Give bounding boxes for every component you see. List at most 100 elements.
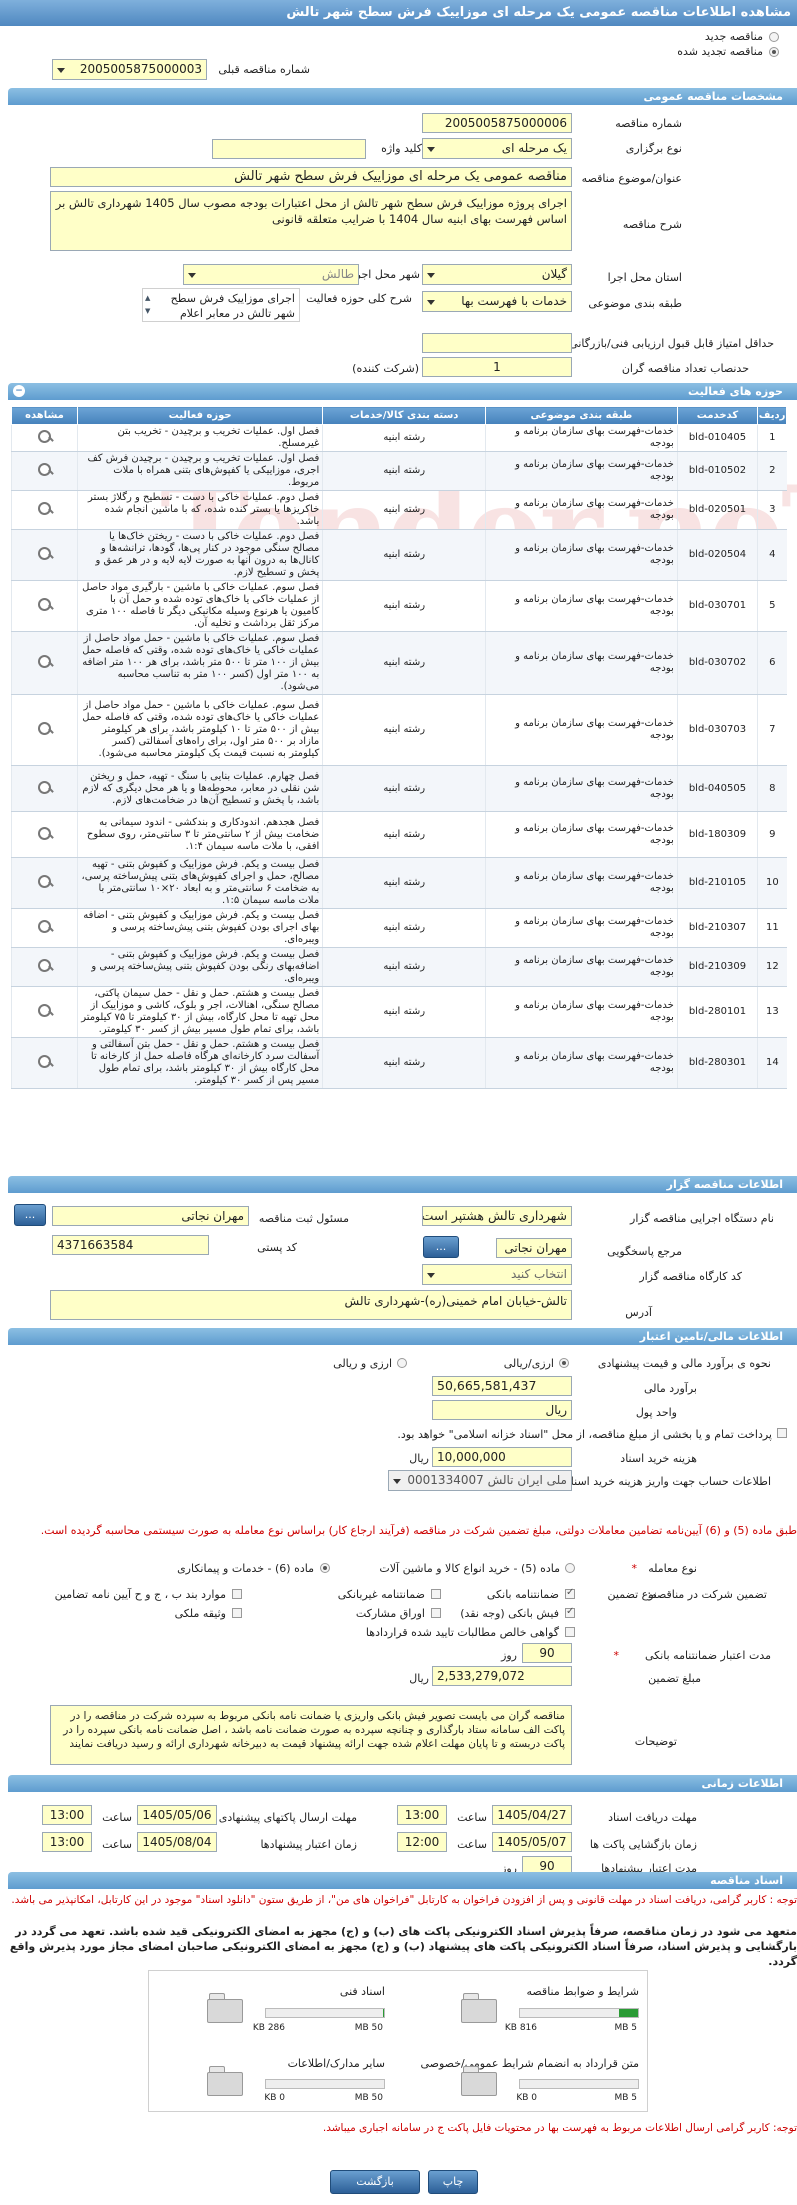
bank-guarantee-checkbox[interactable]: [565, 1587, 575, 1599]
row-number: 7: [757, 694, 787, 766]
file-1-fill: [619, 2009, 638, 2017]
service-code: bld-040505: [676, 765, 758, 812]
magnifier-icon[interactable]: [36, 873, 54, 889]
keyword-field[interactable]: [212, 139, 366, 159]
table-row: 5 bld-030701 خدمات-فهرست بهای سازمان برنام…: [11, 580, 787, 632]
guarantee-amount-field: 2,533,279,072: [432, 1666, 572, 1686]
workshop-select[interactable]: انتخاب کنید: [422, 1264, 572, 1285]
magnifier-icon[interactable]: [36, 918, 54, 934]
row-category: خدمات-فهرست بهای سازمان برنامه و بودجه: [485, 424, 678, 452]
guarantee-amount-label: مبلغ تضمین: [648, 1672, 701, 1685]
account-select[interactable]: ملی ایران تالش 0001334007: [388, 1470, 572, 1491]
deal-type-6-radio[interactable]: [320, 1563, 330, 1573]
file-4-folder-icon[interactable]: [207, 2066, 243, 2096]
subject-field: مناقصه عمومی یک مرحله ای موزاییک فرش سطح…: [50, 167, 572, 187]
doc-fee-unit: ریال: [409, 1452, 429, 1465]
docs-note-1: توجه : کاربر گرامی، دریافت اسناد در مهلت…: [11, 1894, 797, 1906]
currency-label: ارزی و ریالی: [333, 1357, 392, 1370]
currency-radio[interactable]: [397, 1358, 407, 1368]
general-section-header: مشخصات مناقصه عمومی: [8, 88, 797, 105]
file-4-limit: 50 MB: [354, 2093, 383, 2103]
treasury-checkbox[interactable]: [777, 1428, 787, 1438]
type-select[interactable]: یک مرحله ای: [422, 138, 572, 159]
postal-label: کد پستی: [257, 1241, 297, 1254]
file-1-bar: [519, 2008, 639, 2018]
other-guarantee-checkbox[interactable]: [232, 1589, 242, 1599]
rial-label: ارزی/ریالی: [503, 1357, 554, 1370]
ref-lookup-button[interactable]: ...: [423, 1236, 459, 1258]
view-cell: [11, 694, 78, 766]
row-goods: رشته ابنیه: [322, 580, 486, 632]
magnifier-icon[interactable]: [36, 825, 54, 841]
magnifier-icon[interactable]: [36, 720, 54, 736]
bonds-checkbox[interactable]: [431, 1608, 441, 1618]
score-field: [422, 333, 572, 353]
magnifier-icon[interactable]: [36, 1002, 54, 1018]
magnifier-icon[interactable]: [36, 653, 54, 669]
address-field: تالش-خیابان امام خمینی(ره)-شهرداری تالش: [50, 1290, 572, 1320]
magnifier-icon[interactable]: [36, 957, 54, 973]
row-goods: رشته ابنیه: [322, 908, 486, 948]
scroll-down-icon[interactable]: ▼: [145, 304, 150, 319]
collapse-icon[interactable]: −: [13, 385, 25, 397]
row-scope: فصل سوم. عملیات خاکی با ماشین - بارگیری …: [76, 580, 323, 632]
account-label: اطلاعات حساب جهت واریز هزینه خرید اسناد: [565, 1475, 771, 1488]
row-scope: فصل چهارم. عملیات بنایی با سنگ - تهیه، ح…: [76, 765, 323, 812]
claims-checkbox[interactable]: [565, 1627, 575, 1637]
row-number: 10: [757, 857, 787, 909]
file-3-folder-icon[interactable]: [461, 2066, 497, 2096]
property-checkbox[interactable]: [232, 1608, 242, 1618]
deal-type-5-label: ماده (5) - خرید انواع کالا و ماشین آلات: [379, 1562, 560, 1575]
magnifier-icon[interactable]: [36, 596, 54, 612]
scope-label: شرح کلی حوزه فعالیت: [306, 292, 412, 305]
service-code: bld-030701: [676, 580, 758, 632]
city-select[interactable]: طالش: [183, 264, 359, 285]
org-label: نام دستگاه اجرایی مناقصه گزار: [630, 1212, 774, 1225]
file-2-bar: [265, 2008, 385, 2018]
activities-table: ردیف کدخدمت طبقه بندی موضوعی دسته بندی ک…: [11, 406, 787, 1089]
magnifier-icon[interactable]: [36, 1053, 54, 1069]
renewed-tender-radio[interactable]: [769, 47, 779, 57]
row-category: خدمات-فهرست بهای سازمان برنامه و بودجه: [485, 451, 678, 491]
magnifier-icon[interactable]: [36, 500, 54, 516]
category-select[interactable]: خدمات با فهرست بها: [422, 291, 572, 312]
activities-section-header: حوزه های فعالیت: [8, 383, 797, 400]
prev-number-select[interactable]: 2005005875000003: [52, 59, 207, 80]
guarantee-type-label: نوع تضمین: [607, 1588, 657, 1601]
row-scope: فصل بیست و هشتم. حمل و نقل - حمل بتن آسف…: [76, 1037, 323, 1089]
row-number: 2: [757, 451, 787, 491]
rial-radio[interactable]: [559, 1358, 569, 1368]
valid-date: 1405/08/04: [137, 1832, 217, 1852]
magnifier-icon[interactable]: [36, 779, 54, 795]
deal-type-5-radio[interactable]: [565, 1563, 575, 1573]
tender-number-label: شماره مناقصه: [615, 117, 682, 130]
row-scope: فصل بیست و یکم. فرش موزاییک و کفپوش بتنی…: [76, 947, 323, 987]
org-field: شهرداری تالش هشتپر است: [422, 1206, 572, 1226]
nonbank-guarantee-checkbox[interactable]: [431, 1589, 441, 1599]
file-3-limit: 5 MB: [614, 2093, 637, 2103]
validity-unit: روز: [501, 1649, 517, 1662]
file-1-limit: 5 MB: [614, 2023, 637, 2033]
col-scope: حوزه فعالیت: [76, 406, 324, 425]
row-category: خدمات-فهرست بهای سازمان برنامه و بودجه: [485, 908, 678, 948]
back-button[interactable]: بازگشت: [330, 2170, 420, 2194]
cash-guarantee-checkbox[interactable]: [565, 1606, 575, 1618]
row-scope: فصل بیست و هشتم. حمل و نقل - حمل سیمان پ…: [76, 986, 323, 1038]
province-select[interactable]: گیلان: [422, 264, 572, 285]
table-row: 12 bld-210309 خدمات-فهرست بهای سازمان برنا…: [11, 947, 787, 987]
scope-listbox[interactable]: اجرای موزاییک فرش سطح شهر تالش در معابر …: [142, 288, 300, 322]
magnifier-icon[interactable]: [36, 545, 54, 561]
file-1-folder-icon[interactable]: [461, 1993, 497, 2023]
type-label: نوع برگزاری: [625, 142, 682, 155]
magnifier-icon[interactable]: [36, 428, 54, 444]
magnifier-icon[interactable]: [36, 461, 54, 477]
table-row: 7 bld-030703 خدمات-فهرست بهای سازمان برنام…: [11, 694, 787, 766]
resp-lookup-button[interactable]: ...: [14, 1204, 46, 1226]
print-button[interactable]: چاپ: [428, 2170, 478, 2194]
row-goods: رشته ابنیه: [322, 857, 486, 909]
view-cell: [11, 451, 78, 491]
new-tender-radio[interactable]: [769, 32, 779, 42]
file-3-size: 0 KB: [516, 2093, 537, 2103]
table-row: 1 bld-010405 خدمات-فهرست بهای سازمان برنام…: [11, 424, 787, 452]
file-2-folder-icon[interactable]: [207, 1993, 243, 2023]
